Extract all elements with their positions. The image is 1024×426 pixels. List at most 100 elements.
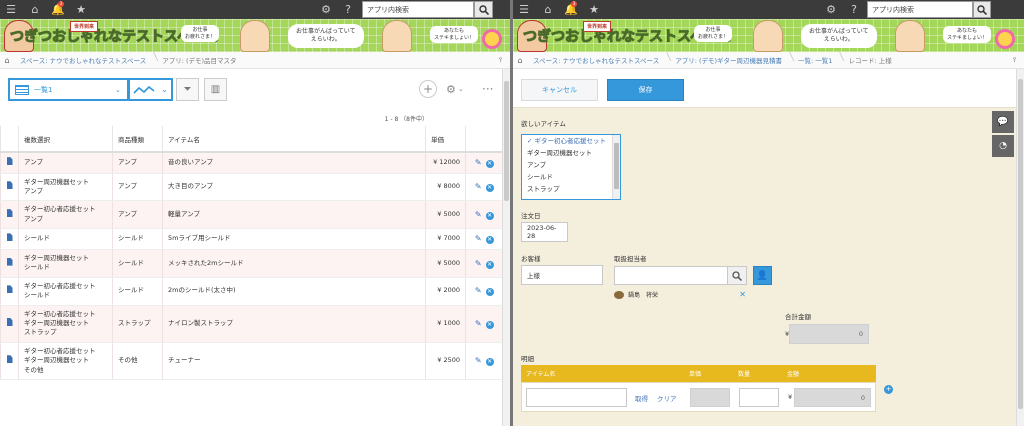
user-select-button[interactable]: 👤 — [753, 266, 772, 285]
graph-button[interactable]: ⌄ — [128, 78, 173, 101]
home-icon[interactable]: ⌂ — [540, 0, 556, 19]
table-row[interactable]: ギター周辺機器セット アンプ アンプ 大き目のアンプ ¥ 8000 ✎ ✕ — [0, 173, 503, 202]
bell-icon[interactable]: 🔔 3 — [563, 0, 579, 19]
search-button[interactable] — [474, 1, 493, 18]
home-icon[interactable]: ⌂ — [27, 0, 43, 19]
edit-pencil-icon[interactable]: ✎ — [475, 259, 482, 268]
delete-icon[interactable]: ✕ — [485, 358, 494, 367]
record-detail-icon[interactable] — [6, 233, 13, 242]
bell-icon[interactable]: 🔔 3 — [50, 0, 66, 19]
breadcrumb: ⌂ スペース: ナウでおしゃれなテストスペース アプリ: (デモ)品目マスタ ⫯ — [0, 52, 510, 69]
help-icon[interactable]: ? — [340, 0, 356, 19]
edit-pencil-icon[interactable]: ✎ — [475, 356, 482, 365]
help-icon[interactable]: ? — [846, 0, 862, 19]
multiselect-scrollbar[interactable] — [612, 135, 620, 199]
view-selector[interactable]: 一覧1 ⌄ — [8, 78, 129, 101]
option-amp[interactable]: アンプ — [522, 159, 620, 171]
col-price[interactable]: 単価 — [425, 126, 466, 153]
app-search-input[interactable]: アプリ内検索 — [362, 1, 474, 18]
lookup-get-link[interactable]: 取得 — [635, 393, 648, 403]
col-kind[interactable]: 商品種類 — [112, 126, 163, 153]
home-icon[interactable]: ⌂ — [0, 56, 14, 65]
detail-cell — [0, 249, 19, 278]
filter-button[interactable]: ⏷ — [176, 78, 199, 101]
delete-icon[interactable]: ✕ — [485, 288, 494, 297]
option-shield[interactable]: シールド — [522, 171, 620, 183]
table-row[interactable]: ギター初心者応援セット シールド シールド 2mのシールド(太さ中) ¥ 2000 ✎ ✕ — [0, 277, 503, 306]
col-item[interactable]: アイテム名 — [162, 126, 426, 153]
edit-pencil-icon[interactable]: ✎ — [475, 210, 482, 219]
record-detail-icon[interactable] — [6, 285, 13, 294]
pin-icon[interactable]: ⫯ — [1013, 56, 1016, 65]
cancel-button[interactable]: キャンセル — [521, 79, 598, 101]
list-view-window: ☰ ⌂ 🔔 3 ★ ⚙ ? アプリ内検索 つぎつおしゃれなテストスペース 世界到来… — [0, 0, 510, 426]
table-row[interactable]: ギター初心者応援セット ギター周辺機器セット その他 その他 チューナー ¥ 2500… — [0, 342, 503, 381]
item-name-input[interactable] — [526, 388, 627, 407]
gear-icon[interactable]: ⚙ — [823, 0, 839, 19]
delete-icon[interactable]: ✕ — [485, 260, 494, 269]
breadcrumb-app[interactable]: アプリ: (デモ)ギター周辺機器見積書 — [669, 55, 792, 65]
breadcrumb-space[interactable]: スペース: ナウでおしゃれなテストスペース — [527, 55, 669, 65]
list-scrollbar[interactable] — [502, 69, 510, 426]
form-scrollbar[interactable] — [1016, 69, 1024, 426]
star-icon[interactable]: ★ — [586, 0, 602, 19]
record-detail-icon[interactable] — [6, 355, 13, 364]
option-strap[interactable]: ストラップ — [522, 183, 620, 195]
actions-cell: ✎ ✕ — [465, 200, 503, 230]
add-record-button[interactable]: + — [419, 80, 437, 98]
record-detail-icon[interactable] — [6, 157, 13, 166]
delete-icon[interactable]: ✕ — [485, 212, 494, 221]
remove-staff-icon[interactable]: ✕ — [739, 290, 746, 299]
lookup-clear-link[interactable]: クリア — [657, 393, 677, 403]
table-row[interactable]: ギター周辺機器セット シールド シールド メッキされた2mシールド ¥ 5000 ✎ ✕ — [0, 249, 503, 278]
add-row-button[interactable]: + — [884, 385, 893, 394]
quantity-input[interactable] — [739, 388, 779, 407]
breadcrumb-app[interactable]: アプリ: (デモ)品目マスタ — [156, 55, 246, 65]
edit-pencil-icon[interactable]: ✎ — [475, 286, 482, 295]
col-multi[interactable]: 複数選択 — [18, 126, 113, 153]
breadcrumb-view[interactable]: 一覧: 一覧1 — [792, 55, 842, 65]
delete-icon[interactable]: ✕ — [485, 160, 494, 168]
history-icon[interactable]: ◔ — [992, 135, 1014, 157]
menu-icon[interactable]: ☰ — [3, 0, 19, 19]
comment-icon[interactable]: 💬 — [992, 111, 1014, 133]
staff-search-input[interactable] — [614, 266, 728, 285]
bar-chart-icon: ▥ — [210, 84, 221, 95]
search-button[interactable] — [973, 1, 991, 18]
table-row[interactable]: ギター初心者応援セット アンプ アンプ 軽量アンプ ¥ 5000 ✎ ✕ — [0, 200, 503, 230]
more-options-icon[interactable]: ··· — [482, 80, 493, 98]
home-icon[interactable]: ⌂ — [513, 56, 527, 65]
edit-pencil-icon[interactable]: ✎ — [475, 234, 482, 243]
delete-icon[interactable]: ✕ — [485, 184, 494, 193]
customer-field[interactable]: 上様 — [521, 265, 603, 285]
staff-search-button[interactable] — [727, 266, 747, 285]
item-cell: メッキされた2mシールド — [162, 249, 426, 278]
table-row[interactable]: アンプ アンプ 音の良いアンプ ¥ 12000 ✎ ✕ — [0, 152, 503, 174]
chart-button[interactable]: ▥ — [204, 78, 227, 101]
star-icon[interactable]: ★ — [73, 0, 89, 19]
record-detail-icon[interactable] — [6, 257, 13, 266]
edit-pencil-icon[interactable]: ✎ — [475, 319, 482, 328]
wanted-items-multiselect[interactable]: ✓ ギター初心者応援セット ギター周辺機器セット アンプ シールド ストラップ — [521, 134, 621, 200]
save-button[interactable]: 保存 — [607, 79, 684, 101]
record-detail-icon[interactable] — [6, 181, 13, 190]
menu-icon[interactable]: ☰ — [516, 0, 532, 19]
order-date-field[interactable]: 2023-06-28 — [521, 222, 568, 242]
item-cell: 5mライブ用シールド — [162, 228, 426, 250]
app-search-input[interactable]: アプリ内検索 — [867, 1, 973, 18]
option-beginner-set[interactable]: ✓ ギター初心者応援セット — [522, 135, 620, 147]
gear-icon[interactable]: ⚙ ⌄ — [446, 80, 464, 98]
breadcrumb-space[interactable]: スペース: ナウでおしゃれなテストスペース — [14, 55, 156, 65]
delete-icon[interactable]: ✕ — [485, 236, 494, 245]
table-row[interactable]: シールド シールド 5mライブ用シールド ¥ 7000 ✎ ✕ — [0, 228, 503, 250]
table-row[interactable]: ギター初心者応援セット ギター周辺機器セット ストラップ ストラップ ナイロン製スト… — [0, 305, 503, 343]
edit-pencil-icon[interactable]: ✎ — [475, 182, 482, 191]
delete-icon[interactable]: ✕ — [485, 320, 494, 329]
edit-pencil-icon[interactable]: ✎ — [475, 158, 482, 167]
option-accessory-set[interactable]: ギター周辺機器セット — [522, 147, 620, 159]
pin-icon[interactable]: ⫯ — [499, 56, 502, 65]
gear-icon[interactable]: ⚙ — [318, 0, 334, 19]
actions-cell: ✎ ✕ — [465, 342, 503, 381]
record-detail-icon[interactable] — [6, 317, 13, 326]
record-detail-icon[interactable] — [6, 209, 13, 218]
